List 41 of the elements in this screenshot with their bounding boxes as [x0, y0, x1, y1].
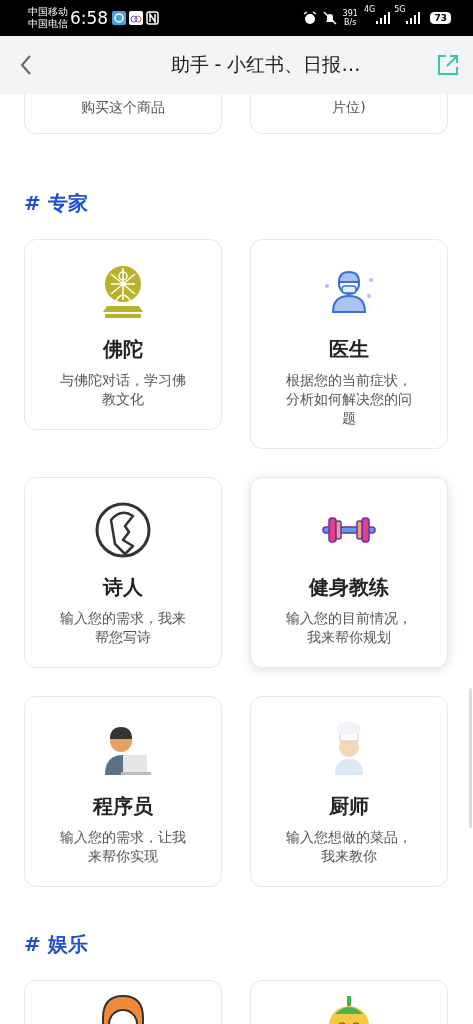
- card-title: 诗人: [103, 574, 143, 601]
- role-card[interactable]: 厨师 输入您想做的菜品，我来教你: [250, 696, 448, 887]
- card-title: 健身教练: [309, 574, 389, 601]
- card-description: 购买这个商品: [81, 98, 165, 117]
- carrier-name: 中国移动: [28, 6, 68, 18]
- battery-level: 73: [430, 12, 451, 24]
- card-description: 与佛陀对话，学习佛教文化: [59, 371, 187, 409]
- card-description: 输入您的目前情况，我来帮你规划: [285, 609, 413, 647]
- carrier-name: 中国电信: [28, 18, 68, 30]
- nfc-icon: [146, 11, 160, 25]
- alarm-icon: [302, 11, 317, 25]
- card-description: 根据您的当前症状，分析如何解决您的问题: [285, 371, 413, 428]
- network-type: 5G: [394, 5, 406, 14]
- network-speed: 391: [342, 9, 358, 18]
- role-card[interactable]: 诗人 输入您的需求，我来帮您写诗: [24, 477, 222, 668]
- card-title: 程序员: [93, 793, 153, 820]
- signal-icon: [376, 12, 391, 24]
- card-description: 片位): [332, 98, 366, 117]
- role-card[interactable]: 佛陀 与佛陀对话，学习佛教文化: [24, 239, 222, 430]
- section-heading: # 专家: [24, 190, 89, 217]
- role-card[interactable]: 购买这个商品: [24, 94, 222, 134]
- section-heading: # 娱乐: [24, 931, 89, 958]
- role-card[interactable]: [24, 980, 222, 1024]
- app-icon: [129, 11, 144, 25]
- mute-bell-icon: [322, 11, 337, 25]
- card-description: 输入您的需求，让我来帮你实现: [59, 828, 187, 866]
- signal-icon: [406, 12, 421, 24]
- card-description: 输入您的需求，我来帮您写诗: [59, 609, 187, 647]
- back-icon[interactable]: [18, 53, 34, 77]
- page-title: 助手 - 小红书、日报…: [169, 52, 362, 77]
- card-title: 厨师: [329, 793, 369, 820]
- role-card[interactable]: 医生 根据您的当前症状，分析如何解决您的问题: [250, 239, 448, 449]
- card-description: 输入您想做的菜品，我来教你: [285, 828, 413, 866]
- network-type: 4G: [363, 5, 376, 14]
- role-card[interactable]: 程序员 输入您的需求，让我来帮你实现: [24, 696, 222, 887]
- clock: 6:58: [70, 8, 109, 28]
- speed-unit: B/s: [344, 18, 357, 27]
- card-title: 医生: [329, 336, 369, 363]
- role-card[interactable]: 片位): [250, 94, 448, 134]
- card-title: 佛陀: [103, 336, 143, 363]
- role-card[interactable]: 健身教练 输入您的目前情况，我来帮你规划: [250, 477, 448, 668]
